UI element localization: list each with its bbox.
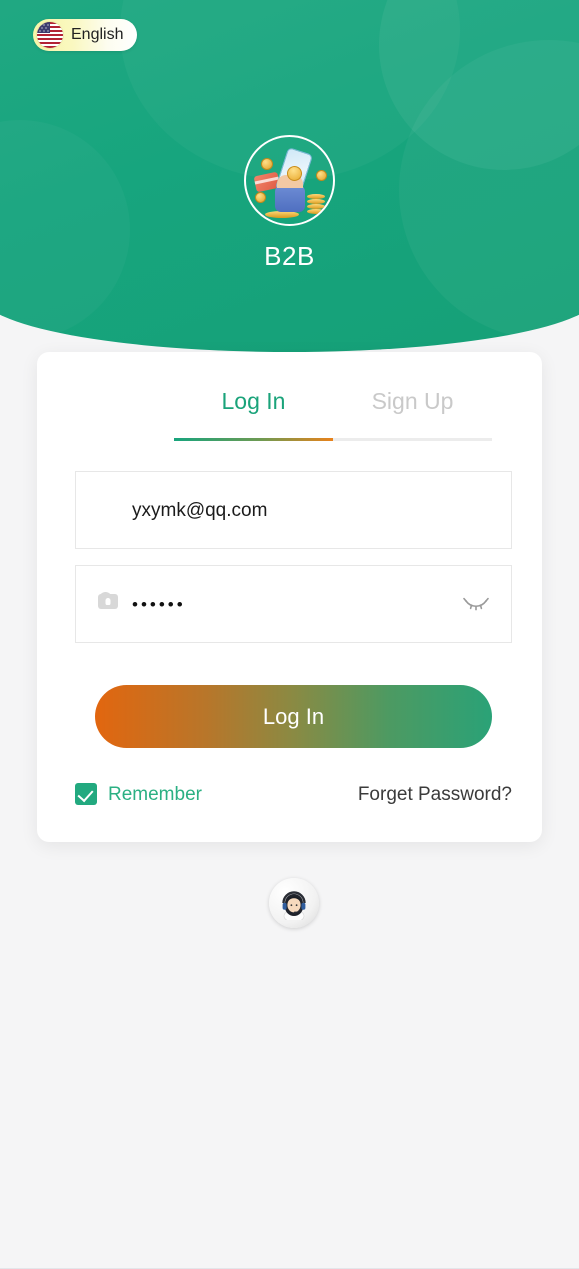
login-submit-button[interactable]: Log In	[95, 685, 492, 748]
b2b-app-logo-icon	[244, 135, 335, 226]
app-title: B2B	[264, 241, 315, 271]
tab-signup[interactable]: Sign Up	[333, 390, 492, 437]
auth-tabs: Log In Sign Up	[174, 390, 492, 437]
us-flag-icon	[37, 22, 63, 48]
eye-closed-icon[interactable]	[463, 595, 489, 613]
lock-open-icon	[96, 592, 120, 616]
auth-card: Log In Sign Up yxymk@qq.com •••••• Log I…	[37, 352, 542, 842]
header-banner: English B2B	[0, 0, 579, 352]
checkbox-checked-icon[interactable]	[75, 783, 97, 805]
language-label: English	[71, 26, 124, 43]
tab-login[interactable]: Log In	[174, 390, 333, 437]
password-field[interactable]: ••••••	[75, 565, 512, 643]
password-value: ••••••	[132, 594, 186, 614]
email-field[interactable]: yxymk@qq.com	[75, 471, 512, 549]
remember-label: Remember	[108, 783, 202, 805]
remember-me-toggle[interactable]: Remember	[75, 783, 202, 805]
app-logo-block: B2B	[0, 135, 579, 269]
login-screen: English B2B Log In Sign Up yxymk@qq.com …	[0, 0, 579, 1269]
email-value: yxymk@qq.com	[132, 499, 268, 521]
tab-underline-track	[174, 438, 492, 441]
customer-service-agent-icon[interactable]	[269, 878, 319, 928]
language-selector[interactable]: English	[33, 19, 138, 51]
envelope-icon	[96, 498, 120, 522]
forgot-password-link[interactable]: Forget Password?	[358, 785, 512, 804]
tab-active-indicator	[174, 438, 333, 441]
auth-options-row: Remember Forget Password?	[75, 782, 512, 806]
